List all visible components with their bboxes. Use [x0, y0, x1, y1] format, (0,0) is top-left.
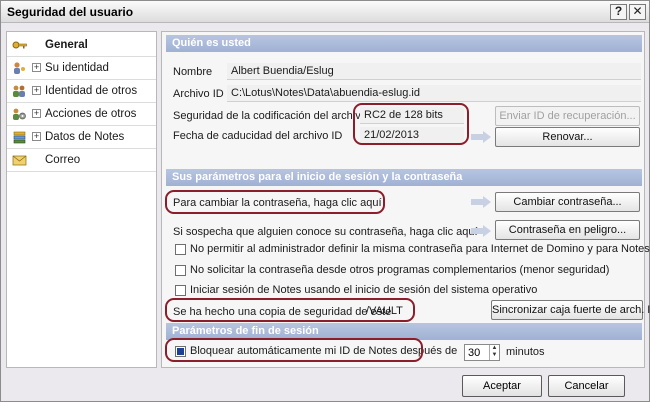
- stack-icon: [13, 131, 26, 144]
- mail-icon: [12, 155, 27, 166]
- people-gear-icon: [13, 108, 26, 120]
- section-header-session-end: Parámetros de fin de sesión: [166, 323, 642, 340]
- backup-text: Se ha hecho una copia de seguridad de es…: [173, 306, 392, 318]
- dialog-title: Seguridad del usuario: [7, 5, 134, 19]
- minutes-value: 30: [468, 347, 481, 359]
- stepper-down-icon[interactable]: ▼: [490, 352, 499, 359]
- expiry-label: Fecha de caducidad del archivo ID: [173, 130, 343, 142]
- help-button[interactable]: ?: [610, 4, 627, 20]
- sidebar-item-identidad-otros[interactable]: + Identidad de otros: [7, 80, 156, 103]
- arrow-right-icon: [471, 131, 491, 143]
- password-danger-button[interactable]: Contraseña en peligro...: [495, 220, 640, 240]
- accept-button[interactable]: Aceptar: [462, 375, 542, 397]
- name-value: Albert Buendia/Eslug: [227, 63, 641, 80]
- expiry-value: 21/02/2013: [360, 127, 464, 144]
- sidebar: General + Su identidad + Identidad de ot…: [6, 31, 157, 368]
- sidebar-item-label: Su identidad: [45, 62, 109, 74]
- sidebar-item-su-identidad[interactable]: + Su identidad: [7, 57, 156, 80]
- sidebar-item-acciones-otros[interactable]: + Acciones de otros: [7, 103, 156, 126]
- sidebar-item-label: Acciones de otros: [45, 108, 137, 120]
- stepper-up-icon[interactable]: ▲: [490, 345, 499, 352]
- checkbox-same-password[interactable]: [175, 244, 186, 255]
- checkbox-auto-lock[interactable]: [175, 346, 186, 357]
- file-label: Archivo ID: [173, 88, 224, 100]
- expand-icon[interactable]: +: [32, 86, 41, 95]
- close-button[interactable]: ✕: [629, 4, 646, 20]
- sidebar-item-datos-notes[interactable]: + Datos de Notes: [7, 126, 156, 149]
- expand-icon[interactable]: +: [32, 63, 41, 72]
- arrow-right-icon: [471, 225, 491, 237]
- auto-lock-label: Bloquear automáticamente mi ID de Notes …: [190, 345, 458, 357]
- encryption-value: RC2 de 128 bits: [360, 107, 464, 124]
- checkbox-os-login[interactable]: [175, 285, 186, 296]
- backup-vault-value: /VAULT: [366, 305, 403, 317]
- sidebar-item-label: Datos de Notes: [45, 131, 125, 143]
- name-label: Nombre: [173, 66, 213, 78]
- sidebar-item-label: General: [45, 39, 88, 51]
- sidebar-item-correo[interactable]: Correo: [7, 149, 156, 172]
- title-bar: Seguridad del usuario ? ✕: [1, 1, 649, 23]
- file-value: C:\Lotus\Notes\Data\abuendia-eslug.id: [227, 85, 641, 102]
- key-icon: [12, 41, 27, 49]
- security-dialog: Seguridad del usuario ? ✕ General + Su i…: [0, 0, 650, 402]
- arrow-right-icon: [471, 196, 491, 208]
- sync-vault-button[interactable]: Sincronizar caja fuerte de arch. ID: [491, 300, 650, 320]
- change-password-button[interactable]: Cambiar contraseña...: [495, 192, 640, 212]
- expand-icon[interactable]: +: [32, 109, 41, 118]
- section-header-identity: Quién es usted: [166, 35, 642, 52]
- people-icon: [13, 85, 25, 97]
- sidebar-item-label: Correo: [45, 154, 81, 166]
- change-password-text: Para cambiar la contraseña, haga clic aq…: [173, 197, 382, 209]
- password-danger-text: Si sospecha que alguien conoce su contra…: [173, 226, 478, 238]
- renew-button[interactable]: Renovar...: [495, 127, 640, 147]
- sidebar-item-general[interactable]: General: [7, 34, 156, 57]
- send-recovery-id-button[interactable]: Enviar ID de recuperación...: [495, 106, 640, 126]
- cancel-button[interactable]: Cancelar: [548, 375, 625, 397]
- sidebar-item-label: Identidad de otros: [45, 85, 138, 97]
- option-os-login-label: Iniciar sesión de Notes usando el inicio…: [190, 284, 538, 296]
- main-panel: Quién es usted Nombre Albert Buendia/Esl…: [161, 31, 650, 368]
- person-key-icon: [14, 62, 25, 74]
- option-same-password-label: No permitir al administrador definir la …: [190, 243, 650, 255]
- encryption-label: Seguridad de la codificación del archivo…: [173, 110, 381, 122]
- minutes-stepper[interactable]: 30 ▲ ▼: [464, 344, 500, 361]
- expand-icon[interactable]: +: [32, 132, 41, 141]
- option-no-prompt-label: No solicitar la contraseña desde otros p…: [190, 264, 610, 276]
- checkbox-no-prompt[interactable]: [175, 265, 186, 276]
- minutes-label: minutos: [506, 346, 545, 358]
- section-header-login: Sus parámetros para el inicio de sesión …: [166, 169, 642, 186]
